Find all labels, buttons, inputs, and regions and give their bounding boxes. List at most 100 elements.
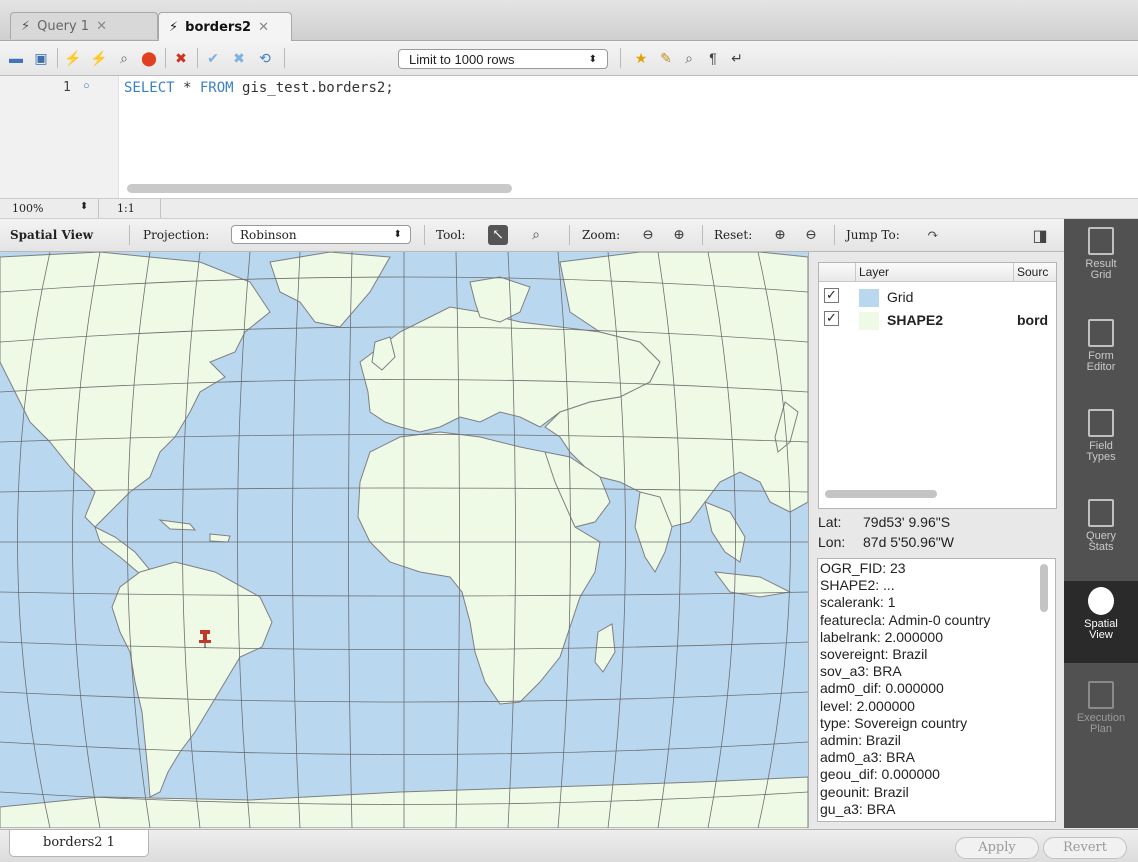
map-canvas [0, 252, 808, 828]
sql-editor[interactable]: 1 ○ SELECT * FROM gis_test.borders2; [0, 76, 1138, 199]
spatial-toolbar: Spatial View Projection: Robinson ⬍ Tool… [0, 219, 1064, 252]
open-folder-icon[interactable]: ▬ [5, 48, 27, 68]
info-line: geounit: Brazil [820, 783, 909, 800]
tab-label: Query 1 [37, 18, 90, 34]
editor-horizontal-scrollbar[interactable] [127, 184, 512, 193]
sidebar-item-query-stats[interactable]: Query Stats [1064, 499, 1138, 575]
editor-gutter: 1 ○ [0, 76, 119, 198]
projection-value: Robinson [240, 227, 297, 242]
tool-label: Tool: [436, 228, 466, 242]
lightning-icon: ⚡ [21, 18, 31, 34]
save-icon[interactable]: ▣ [30, 48, 52, 68]
layer-name: SHAPE2 [887, 312, 944, 328]
info-line: type: Sovereign country [820, 714, 968, 731]
close-icon[interactable]: ✕ [258, 20, 269, 35]
sql-keyword: FROM [199, 80, 234, 96]
info-line: OGR_FID: 23 [820, 560, 906, 576]
limit-rows-value: Limit to 1000 rows [409, 51, 515, 67]
close-icon[interactable]: ✕ [96, 19, 107, 34]
limit-rows-select[interactable]: Limit to 1000 rows ⬍ [398, 49, 608, 69]
toggle-error-icon[interactable]: ✖ [170, 48, 192, 68]
layer-visible-checkbox[interactable]: ✓ [824, 311, 839, 326]
sidebar-item-field-types[interactable]: Field Types [1064, 409, 1138, 485]
invisible-chars-icon[interactable]: ¶ [702, 48, 724, 68]
layer-color-swatch [859, 289, 879, 307]
beautify-broom-icon[interactable]: ✎ [655, 48, 677, 68]
zoom-ratio: 1:1 [117, 202, 135, 215]
editor-status-row: 100% ⬍ 1:1 [0, 199, 1138, 219]
info-scrollbar[interactable] [1040, 564, 1048, 612]
tab-borders2[interactable]: ⚡ borders2 ✕ [158, 12, 292, 41]
column-source[interactable]: Sourc [1017, 265, 1048, 279]
jump-to-label: Jump To: [846, 228, 900, 242]
info-line: sov_a3: BRA [820, 663, 902, 680]
jump-to-icon[interactable]: ↷ [923, 225, 943, 245]
lightning-icon: ⚡ [169, 19, 179, 35]
info-line: sovereignt: Brazil [820, 646, 928, 663]
tab-bar: ⚡ Query 1 ✕ ⚡ borders2 ✕ [0, 0, 1138, 41]
revert-button[interactable]: Revert [1043, 837, 1127, 859]
sidebar-item-form-editor[interactable]: Form Editor [1064, 319, 1138, 395]
info-line: adm0_a3: BRA [820, 749, 915, 766]
zoom-out-icon[interactable]: ⊖ [638, 225, 658, 245]
reset-zoom-in-icon[interactable]: ⊕ [770, 225, 790, 245]
sql-keyword: SELECT [124, 80, 175, 96]
tab-query-1[interactable]: ⚡ Query 1 ✕ [10, 12, 158, 39]
result-tab-borders2-1[interactable]: borders2 1 [9, 830, 149, 857]
projection-select[interactable]: Robinson ⬍ [231, 225, 411, 244]
layer-row-grid[interactable]: ✓ Grid [819, 286, 1056, 308]
info-line: level: 2.000000 [820, 697, 915, 714]
query-stats-icon [1088, 499, 1114, 527]
zoom-in-icon[interactable]: ⊕ [669, 225, 689, 245]
result-grid-icon [1088, 227, 1114, 255]
sql-text[interactable]: SELECT * FROM gis_test.borders2; [124, 80, 394, 96]
line-marker-icon: ○ [83, 80, 90, 92]
zoom-rect-tool-icon[interactable]: ⌕ [526, 225, 546, 245]
commit-icon[interactable]: ✔ [202, 48, 224, 68]
info-line: gu_a3: BRA [820, 800, 896, 817]
execute-current-icon[interactable]: ⚡ [88, 48, 110, 68]
result-tab-bar: borders2 1 Apply Revert [0, 829, 1138, 862]
column-layer[interactable]: Layer [859, 265, 889, 279]
stop-icon[interactable]: ⬤ [138, 48, 160, 68]
info-line: featurecla: Admin-0 country [820, 611, 991, 628]
autocommit-icon[interactable]: ⟲ [254, 48, 276, 68]
rollback-icon[interactable]: ✖ [228, 48, 250, 68]
sidebar-label: Plan [1089, 723, 1113, 735]
stepper-icon: ⬍ [393, 229, 402, 240]
projection-label: Projection: [143, 228, 210, 242]
explain-icon[interactable]: ⌕ [113, 48, 135, 68]
info-line: geou_dif: 0.000000 [820, 766, 940, 783]
pointer-tool-icon[interactable]: ↖ [488, 225, 508, 245]
execute-icon[interactable]: ⚡ [62, 48, 84, 68]
coordinate-readout: Lat: 79d53' 9.96"S Lon: 87d 5'50.96"W [818, 512, 1058, 552]
layer-visible-checkbox[interactable]: ✓ [824, 288, 839, 303]
layer-color-swatch [859, 312, 879, 330]
sidebar-label: Grid [1090, 269, 1112, 281]
reset-zoom-out-icon[interactable]: ⊖ [801, 225, 821, 245]
find-icon[interactable]: ⌕ [678, 48, 700, 68]
layer-list-scrollbar[interactable] [825, 490, 937, 498]
lon-label: Lon: [818, 534, 846, 550]
sidebar-item-spatial-view[interactable]: Spatial View [1064, 581, 1138, 663]
toggle-sidebar-icon[interactable]: ◨ [1030, 225, 1050, 245]
feature-info-lines: OGR_FID: 23 SHAPE2: ... scalerank: 1 fea… [820, 560, 990, 818]
bookmark-star-icon[interactable]: ★ [630, 48, 652, 68]
zoom-level[interactable]: 100% [12, 202, 43, 215]
stepper-icon: ⬍ [588, 53, 597, 65]
spatial-map[interactable] [0, 252, 809, 828]
info-line: adm0_dif: 0.000000 [820, 680, 944, 697]
tab-label: borders2 [185, 19, 252, 35]
sidebar-item-result-grid[interactable]: Result Grid [1064, 227, 1138, 303]
field-types-icon [1088, 409, 1114, 437]
apply-button[interactable]: Apply [955, 837, 1039, 859]
feature-info-panel[interactable]: OGR_FID: 23 SHAPE2: ... scalerank: 1 fea… [817, 558, 1056, 822]
zoom-stepper-icon[interactable]: ⬍ [80, 201, 88, 212]
zoom-label: Zoom: [582, 228, 621, 242]
layer-row-shape2[interactable]: ✓ SHAPE2 bord [819, 309, 1056, 331]
sidebar-item-execution-plan[interactable]: Execution Plan [1064, 681, 1138, 757]
form-editor-icon [1088, 319, 1114, 347]
info-line: admin: Brazil [820, 732, 901, 749]
wrap-lines-icon[interactable]: ↵ [726, 48, 748, 68]
info-line: labelrank: 2.000000 [820, 628, 943, 645]
